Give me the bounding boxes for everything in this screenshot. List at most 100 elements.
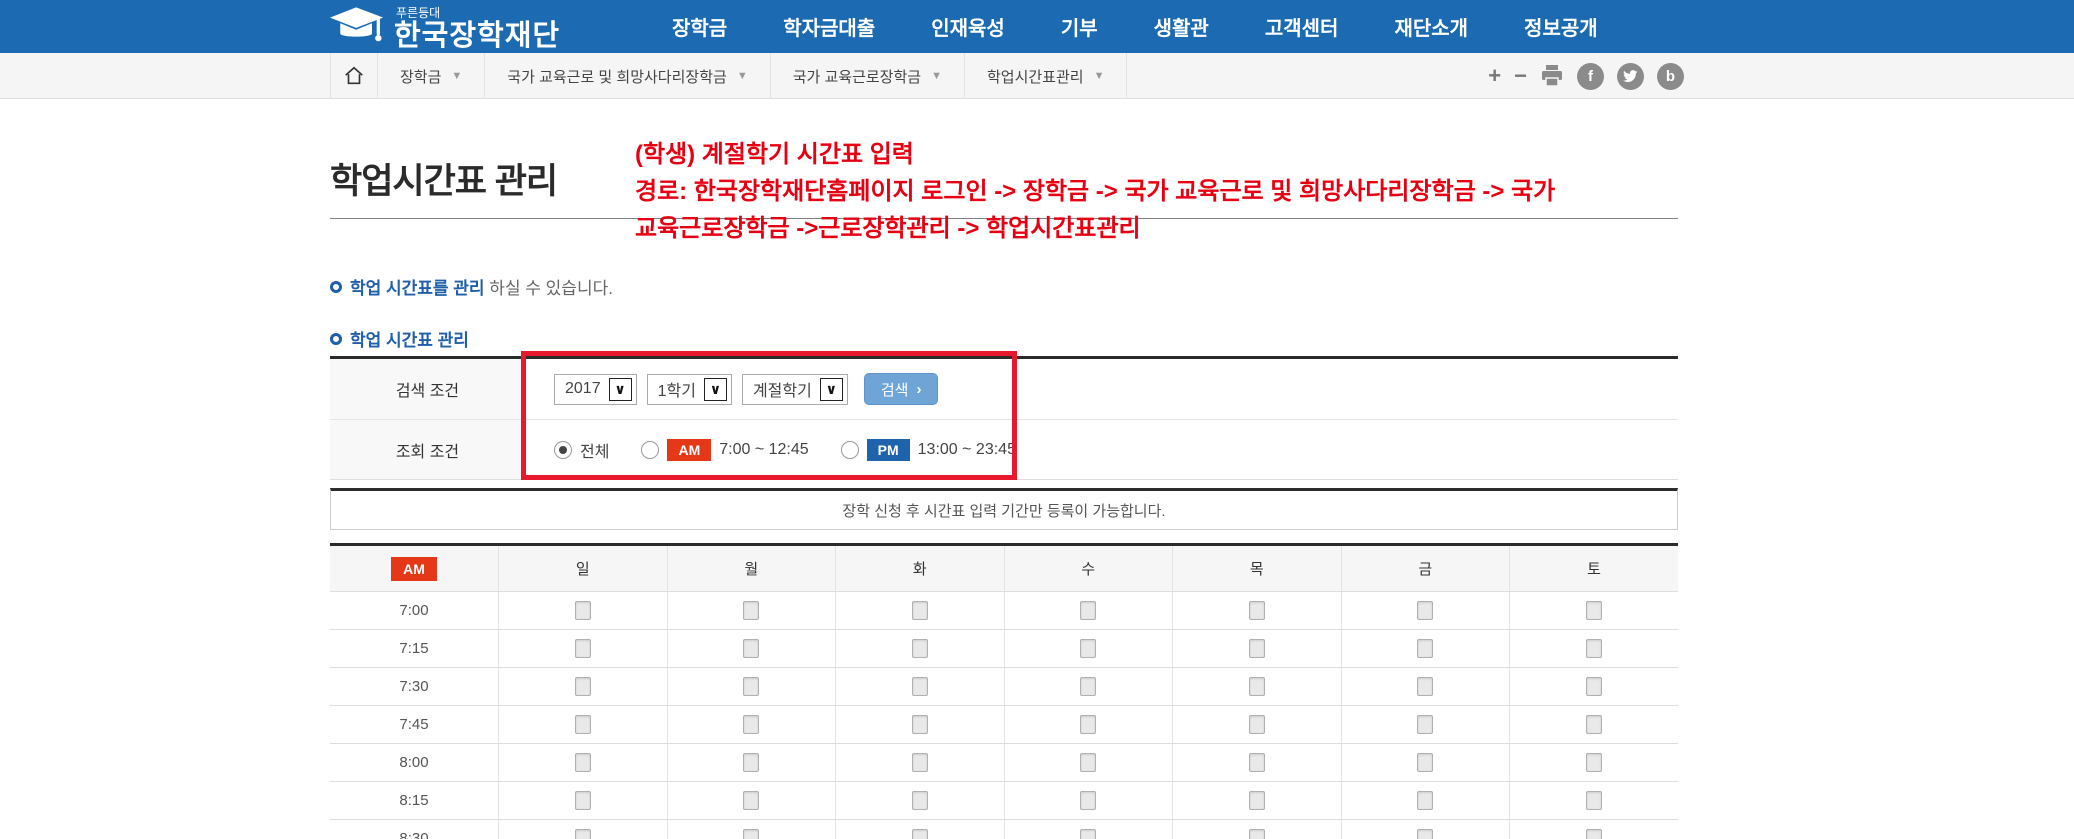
timeslot-checkbox[interactable] [743,601,759,620]
day-header: 월 [667,545,836,592]
timeslot-checkbox[interactable] [575,829,591,839]
timeslot-checkbox[interactable] [1249,639,1265,658]
timeslot-checkbox[interactable] [912,715,928,734]
main-menu-item[interactable]: 장학금 [672,12,727,41]
timeslot-checkbox[interactable] [1080,791,1096,810]
chevron-down-icon: ▼ [931,70,942,82]
facebook-icon[interactable]: f [1577,63,1604,90]
timeslot-checkbox[interactable] [1417,829,1433,839]
page-title: 학업시간표 관리 [330,153,557,204]
timeslot-checkbox[interactable] [1249,829,1265,839]
timeslot-checkbox[interactable] [1417,753,1433,772]
timeslot-checkbox[interactable] [1417,601,1433,620]
breadcrumb-item-timetable[interactable]: 학업시간표관리▼ [965,53,1128,99]
timeslot-checkbox[interactable] [575,639,591,658]
time-label: 8:15 [330,782,499,820]
timeslot-checkbox[interactable] [1586,601,1602,620]
timeslot-checkbox[interactable] [1586,753,1602,772]
timeslot-checkbox[interactable] [912,601,928,620]
zoom-in-icon[interactable]: + [1488,65,1501,87]
home-icon[interactable] [330,53,378,99]
timeslot-checkbox[interactable] [743,715,759,734]
timeslot-checkbox[interactable] [1249,753,1265,772]
timeslot-checkbox[interactable] [1417,715,1433,734]
timeslot-checkbox[interactable] [1586,791,1602,810]
period-header: AM [330,545,499,592]
timeslot-checkbox[interactable] [743,829,759,839]
logo-name: 한국장학재단 [394,22,560,51]
breadcrumb-item-work-study[interactable]: 국가 교육근로 및 희망사다리장학금▼ [485,53,770,99]
timeslot-checkbox[interactable] [1586,715,1602,734]
timeslot-checkbox[interactable] [743,753,759,772]
timeslot-checkbox[interactable] [1586,677,1602,696]
graduation-cap-icon [330,4,386,53]
notice-bar: 장학 신청 후 시간표 입력 기간만 등록이 가능합니다. [330,488,1678,530]
timeslot-checkbox[interactable] [575,791,591,810]
main-menu-item[interactable]: 정보공개 [1524,12,1598,41]
timeslot-checkbox[interactable] [575,677,591,696]
timeslot-checkbox[interactable] [912,791,928,810]
timeslot-checkbox[interactable] [1249,715,1265,734]
timeslot-checkbox[interactable] [1249,791,1265,810]
timeslot-checkbox[interactable] [1080,753,1096,772]
breadcrumb-item-scholarship[interactable]: 장학금▼ [378,53,485,99]
timeslot-checkbox[interactable] [1080,639,1096,658]
timeslot-checkbox[interactable] [743,677,759,696]
search-select[interactable]: 1학기 ∨ [647,374,732,405]
timeslot-checkbox[interactable] [1586,639,1602,658]
radio-pm[interactable] [841,441,859,459]
search-button[interactable]: 검색› [864,373,939,405]
timeslot-checkbox[interactable] [1417,677,1433,696]
timeslot-checkbox[interactable] [1417,791,1433,810]
timeslot-checkbox[interactable] [575,753,591,772]
main-menu-item[interactable]: 생활관 [1154,12,1209,41]
search-select[interactable]: 2017 ∨ [554,374,637,405]
main-menu-item[interactable]: 기부 [1061,12,1098,41]
zoom-out-icon[interactable]: − [1514,65,1527,87]
view-condition-row: 조회 조건 전체 AM 7:00 ~ 12:45 PM 13:00 ~ 23:4… [330,419,1678,479]
timeslot-checkbox[interactable] [743,791,759,810]
main-menu-item[interactable]: 인재육성 [931,12,1005,41]
timetable: AM 일월화수목금토 7:00 7:15 [330,543,1678,839]
bullet-icon [330,281,342,293]
print-icon[interactable] [1540,65,1564,87]
timetable-row: 7:30 [330,668,1678,706]
time-label: 8:00 [330,744,499,782]
timeslot-checkbox[interactable] [912,639,928,658]
timeslot-checkbox[interactable] [1080,677,1096,696]
radio-option-am[interactable]: AM 7:00 ~ 12:45 [641,439,808,461]
timeslot-checkbox[interactable] [1417,639,1433,658]
breadcrumb-item-national-work[interactable]: 국가 교육근로장학금▼ [771,53,965,99]
timeslot-checkbox[interactable] [1249,601,1265,620]
day-header: 목 [1173,545,1342,592]
twitter-icon[interactable] [1617,63,1644,90]
timetable-header-row: AM 일월화수목금토 [330,545,1678,592]
timeslot-checkbox[interactable] [1080,601,1096,620]
timeslot-checkbox[interactable] [912,677,928,696]
pm-badge: PM [867,439,910,461]
timeslot-checkbox[interactable] [743,639,759,658]
timeslot-checkbox[interactable] [575,601,591,620]
site-logo[interactable]: 푸른등대 한국장학재단 [330,4,560,53]
timeslot-checkbox[interactable] [1249,677,1265,696]
timeslot-checkbox[interactable] [1586,829,1602,839]
annotation-line-1: (학생) 계절학기 시간표 입력 [635,136,1695,173]
timeslot-checkbox[interactable] [1080,829,1096,839]
timeslot-checkbox[interactable] [575,715,591,734]
time-label: 7:15 [330,630,499,668]
radio-option-all[interactable]: 전체 [554,438,609,462]
timeslot-checkbox[interactable] [912,829,928,839]
radio-option-pm[interactable]: PM 13:00 ~ 23:45 [841,439,1016,461]
blog-icon[interactable]: b [1657,63,1684,90]
timetable-row: 8:30 [330,820,1678,839]
time-label: 7:00 [330,592,499,630]
timeslot-checkbox[interactable] [912,753,928,772]
search-select[interactable]: 계절학기 ∨ [742,374,848,405]
radio-am[interactable] [641,441,659,459]
timeslot-checkbox[interactable] [1080,715,1096,734]
annotation-line-3: 교육근로장학금 ->근로장학관리 -> 학업시간표관리 [635,210,1695,247]
radio-all[interactable] [554,441,572,459]
main-menu-item[interactable]: 고객센터 [1265,12,1339,41]
main-menu-item[interactable]: 학자금대출 [783,12,875,41]
main-menu-item[interactable]: 재단소개 [1394,12,1468,41]
